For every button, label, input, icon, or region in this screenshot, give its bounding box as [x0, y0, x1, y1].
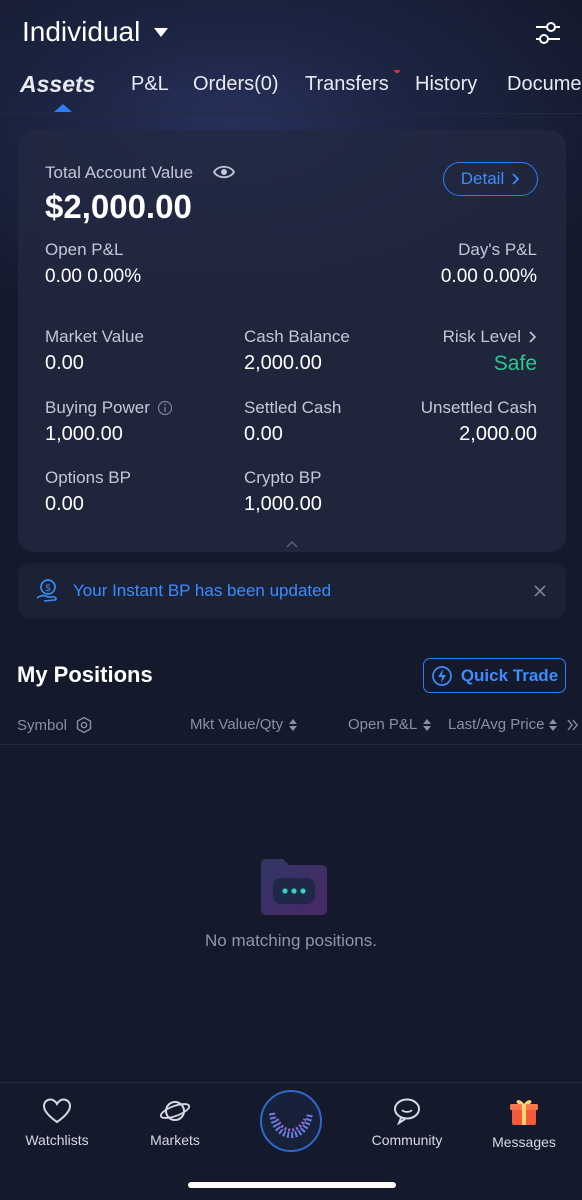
nav-markets-label: Markets [150, 1132, 200, 1148]
market-value: 0.00 [45, 352, 84, 374]
double-chevron-right-icon[interactable] [566, 718, 580, 737]
sort-icon [289, 718, 298, 731]
caret-down-icon [154, 27, 169, 37]
detail-button[interactable]: Detail [443, 162, 538, 196]
tab-documents[interactable]: Docume [507, 73, 581, 96]
total-account-value: $2,000.00 [45, 188, 192, 225]
close-icon[interactable] [533, 584, 547, 603]
account-name: Individual [22, 16, 141, 47]
active-tab-indicator [54, 104, 72, 112]
sort-icon [423, 718, 432, 731]
tab-orders[interactable]: Orders(0) [193, 73, 279, 96]
crypto-bp-value: 1,000.00 [244, 493, 322, 515]
nav-community-label: Community [371, 1132, 443, 1148]
my-positions-title: My Positions [17, 662, 153, 687]
account-selector[interactable]: Individual [22, 16, 169, 48]
chat-bubble-icon [394, 1098, 420, 1126]
unsettled-cash-value: 2,000.00 [459, 423, 537, 445]
buying-power-header: Buying Power [45, 398, 173, 418]
nav-home-button[interactable] [259, 1089, 323, 1158]
notification-dot [394, 70, 400, 73]
nav-watchlists-label: Watchlists [25, 1132, 89, 1148]
money-hand-icon: $ [35, 578, 61, 609]
risk-level-link[interactable]: Risk Level [443, 327, 537, 347]
column-mkt-value[interactable]: Mkt Value/Qty [190, 716, 298, 733]
gift-icon [510, 1100, 538, 1125]
quick-trade-button[interactable]: Quick Trade [423, 658, 566, 693]
chevron-right-icon [529, 331, 537, 343]
info-icon[interactable] [157, 400, 173, 416]
instant-bp-banner-text: Your Instant BP has been updated [73, 581, 332, 600]
open-pl-value: 0.00 0.00% [45, 266, 142, 287]
tab-history[interactable]: History [415, 73, 477, 96]
nav-community[interactable]: Community [352, 1097, 462, 1148]
eye-icon[interactable] [212, 163, 236, 186]
column-last-avg-price-label: Last/Avg Price [448, 716, 545, 733]
settled-cash-label: Settled Cash [244, 398, 342, 417]
market-value-label: Market Value [45, 327, 144, 346]
quick-trade-label: Quick Trade [460, 665, 559, 685]
column-open-pl[interactable]: Open P&L [348, 716, 432, 733]
days-pl-label: Day's P&L [458, 240, 537, 259]
column-symbol[interactable]: Symbol [17, 716, 93, 734]
sort-icon [549, 718, 558, 731]
chevron-right-icon [512, 173, 520, 185]
collapse-chevron-icon[interactable] [285, 536, 298, 548]
empty-positions-text: No matching positions. [205, 931, 377, 950]
unsettled-cash-label: Unsettled Cash [420, 398, 537, 417]
positions-header-divider [0, 744, 582, 745]
empty-folder-icon [257, 856, 331, 923]
settings-sliders-icon[interactable] [534, 20, 562, 46]
nav-messages[interactable]: Messages [469, 1097, 579, 1150]
lightning-icon [431, 665, 452, 686]
days-pl-value: 0.00 0.00% [440, 266, 537, 287]
tab-bar: Assets P&L Orders(0) Transfers History D… [0, 70, 582, 114]
options-bp-value: 0.00 [45, 493, 84, 515]
detail-label: Detail [460, 169, 505, 188]
smile-logo-icon [260, 1090, 322, 1152]
risk-level-label: Risk Level [442, 327, 521, 346]
options-bp-label: Options BP [45, 468, 131, 487]
buying-power-value: 1,000.00 [45, 423, 123, 445]
hexagon-settings-icon[interactable] [75, 716, 93, 734]
column-last-avg-price[interactable]: Last/Avg Price [448, 716, 558, 733]
column-symbol-label: Symbol [17, 716, 68, 734]
nav-messages-label: Messages [492, 1134, 556, 1150]
crypto-bp-label: Crypto BP [244, 468, 322, 487]
column-mkt-value-label: Mkt Value/Qty [190, 716, 284, 733]
column-open-pl-label: Open P&L [348, 716, 418, 733]
nav-watchlists[interactable]: Watchlists [2, 1097, 112, 1148]
cash-balance-value: 2,000.00 [244, 352, 322, 374]
total-account-value-label: Total Account Value [45, 163, 194, 182]
tab-pl[interactable]: P&L [131, 73, 169, 96]
heart-icon [42, 1098, 72, 1124]
tab-transfers[interactable]: Transfers [305, 73, 389, 96]
cash-balance-label: Cash Balance [244, 327, 350, 346]
tab-assets[interactable]: Assets [20, 71, 95, 98]
risk-level-value: Safe [493, 352, 537, 375]
settled-cash-value: 0.00 [244, 423, 283, 445]
planet-icon [159, 1101, 191, 1121]
svg-text:$: $ [45, 583, 51, 594]
nav-markets[interactable]: Markets [120, 1097, 230, 1148]
home-indicator [188, 1182, 396, 1188]
buying-power-label: Buying Power [45, 398, 150, 417]
open-pl-label: Open P&L [45, 240, 124, 259]
